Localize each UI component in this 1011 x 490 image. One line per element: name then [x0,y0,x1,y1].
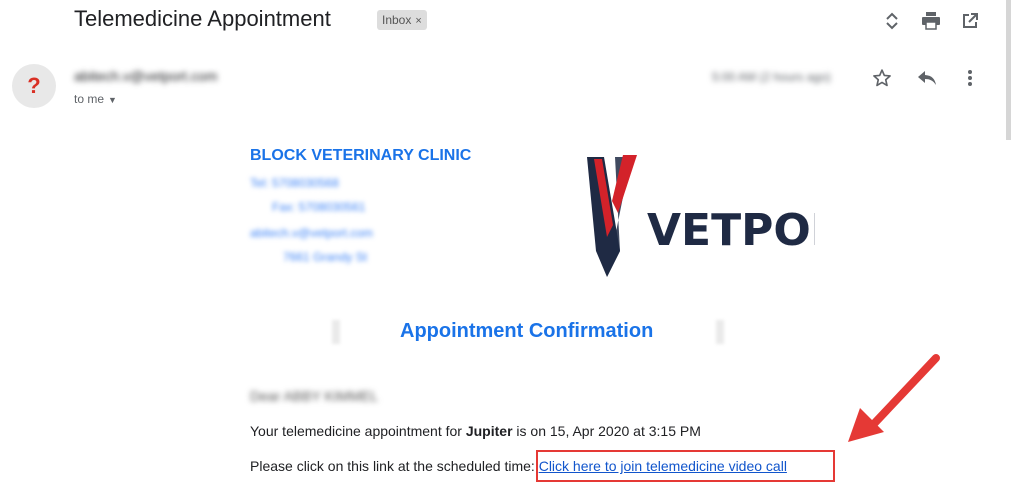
expand-collapse-icon[interactable] [880,9,904,33]
decorative-divider-left [332,320,340,344]
vetport-logo: VETPORT [585,153,873,283]
unknown-sender-icon: ? [27,73,41,98]
highlight-box [536,450,835,482]
recipient-dropdown[interactable]: to me ▼ [74,92,117,106]
join-instructions-text: Please click on this link at the schedul… [250,458,539,474]
remove-label-icon[interactable]: × [415,15,421,27]
inbox-label-chip[interactable]: Inbox × [377,10,427,30]
avatar: ? [12,64,56,108]
inbox-label-text: Inbox [382,13,412,27]
appointment-confirmation-title: Appointment Confirmation [400,320,654,342]
clinic-email[interactable]: abitech.v@vetport.com [250,226,373,240]
appointment-details: Your telemedicine appointment for Jupite… [250,423,701,439]
pet-name: Jupiter [465,423,513,439]
appointment-line-suffix: is on 15, Apr 2020 at 3:15 PM [512,423,701,439]
clinic-fax: Fax: 5708030561 [272,200,366,214]
more-vert-icon[interactable] [958,66,982,90]
decorative-divider-right [716,320,724,344]
clinic-address: 7661 Grandy St [283,250,368,264]
email-timestamp: 5:00 AM (2 hours ago) [712,70,831,84]
greeting-text: Dear ABBY KIMMEL [250,388,379,404]
email-subject: Telemedicine Appointment [74,6,331,31]
annotation-arrow-icon [840,350,950,450]
chevron-down-icon: ▼ [108,95,117,105]
reply-icon[interactable] [915,66,939,90]
print-icon[interactable] [919,9,943,33]
star-icon[interactable] [870,66,894,90]
logo-wordmark: VETPORT [647,205,815,256]
appointment-line-prefix: Your telemedicine appointment for [250,423,466,439]
scrollbar[interactable] [1006,0,1011,140]
recipient-text: to me [74,92,105,106]
clinic-name: BLOCK VETERINARY CLINIC [250,147,472,164]
clinic-phone[interactable]: Tel: 5708030568 [250,176,339,190]
sender-email: abitech.v@vetport.com [74,68,218,84]
open-in-new-window-icon[interactable] [958,9,982,33]
